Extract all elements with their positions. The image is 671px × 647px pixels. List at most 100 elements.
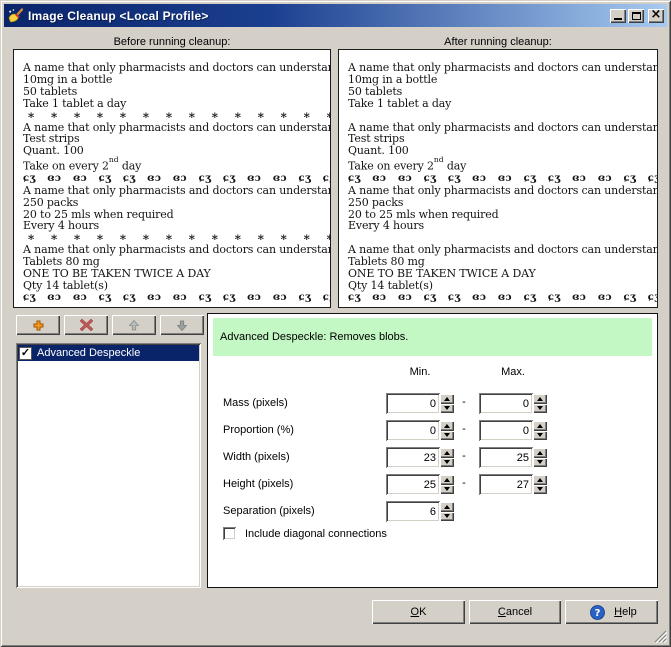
doc-line: ɕʒ ɞɔ ɞɔ ɕʒ ɕʒ ɞɔ ɞɔ ɕʒ ɕʒ ɞɔ ɞɔ ɕʒ ɕʒ ɞ…	[348, 292, 652, 304]
move-up-button[interactable]	[112, 315, 156, 335]
spin-down-icon	[444, 460, 450, 464]
doc-line: Quant. 100	[23, 145, 325, 157]
separation-min-input[interactable]	[386, 501, 440, 522]
width-row: Width (pixels) -	[208, 447, 657, 468]
list-item-label: Advanced Despeckle	[37, 347, 140, 359]
arrow-up-icon	[129, 320, 139, 331]
spin-down-icon	[537, 460, 543, 464]
mass-max-spinner	[479, 393, 547, 414]
mass-max-input[interactable]	[479, 393, 533, 414]
doc-line: ɕʒ ɞɔ ɞɔ ɕʒ ɕʒ ɞɔ ɞɔ ɕʒ ɕʒ ɞɔ ɞɔ ɕʒ ɕʒ ɞ…	[23, 292, 325, 304]
doc-line: A name that only pharmacists and doctors…	[348, 185, 652, 197]
width-min-spin-buttons	[440, 448, 454, 467]
arrow-down-icon	[177, 320, 187, 331]
height-label: Height (pixels)	[223, 478, 293, 490]
doc-line: Take on every 2nd day	[23, 157, 325, 173]
maximize-button[interactable]	[628, 9, 644, 23]
spin-down-icon	[537, 406, 543, 410]
width-max-down-button[interactable]	[533, 458, 547, 468]
delete-button[interactable]	[64, 315, 108, 335]
height-max-up-button[interactable]	[533, 475, 547, 485]
before-preview-pane: A name that only pharmacists and doctors…	[13, 49, 331, 308]
proportion-min-input[interactable]	[386, 420, 440, 441]
width-max-spin-buttons	[533, 448, 547, 467]
doc-line: 50 tablets	[348, 86, 652, 98]
spin-up-icon	[444, 424, 450, 428]
height-max-input[interactable]	[479, 474, 533, 495]
doc-line: A name that only pharmacists and doctors…	[23, 185, 325, 197]
doc-line: ɕʒ ɞɔ ɞɔ ɕʒ ɕʒ ɞɔ ɞɔ ɕʒ ɕʒ ɞɔ ɞɔ ɕʒ ɕʒ ɞ…	[23, 173, 325, 185]
before-label: Before running cleanup:	[13, 36, 331, 48]
spin-up-icon	[444, 451, 450, 455]
add-button[interactable]	[16, 315, 60, 335]
ok-button[interactable]: OK	[372, 600, 465, 624]
mass-min-spin-buttons	[440, 394, 454, 413]
range-separator: -	[456, 396, 472, 408]
width-min-input[interactable]	[386, 447, 440, 468]
spin-down-icon	[537, 487, 543, 491]
separation-min-down-button[interactable]	[440, 512, 454, 522]
height-min-input[interactable]	[386, 474, 440, 495]
height-row: Height (pixels)-	[208, 474, 657, 495]
height-min-spinner	[386, 474, 454, 495]
list-item[interactable]: ✓ Advanced Despeckle	[18, 345, 199, 361]
after-preview-pane: A name that only pharmacists and doctors…	[338, 49, 658, 308]
proportion-min-up-button[interactable]	[440, 421, 454, 431]
mass-min-up-button[interactable]	[440, 394, 454, 404]
cancel-button[interactable]: Cancel	[469, 600, 561, 624]
width-max-input[interactable]	[479, 447, 533, 468]
mass-max-spin-buttons	[533, 394, 547, 413]
spin-down-icon	[444, 514, 450, 518]
help-icon: ?	[590, 605, 605, 620]
height-max-down-button[interactable]	[533, 485, 547, 495]
separation-min-up-button[interactable]	[440, 502, 454, 512]
window-controls: ×	[610, 9, 664, 23]
doc-line	[348, 110, 652, 122]
separation-min-spin-buttons	[440, 502, 454, 521]
proportion-max-input[interactable]	[479, 420, 533, 441]
mass-max-up-button[interactable]	[533, 394, 547, 404]
resize-grip[interactable]	[654, 630, 667, 643]
proportion-max-up-button[interactable]	[533, 421, 547, 431]
height-max-spin-buttons	[533, 475, 547, 494]
height-max-spinner	[479, 474, 547, 495]
mass-min-input[interactable]	[386, 393, 440, 414]
doc-line: Qty 14 tablet(s)	[348, 280, 652, 292]
include-diagonal-checkbox[interactable]	[223, 527, 236, 540]
width-min-down-button[interactable]	[440, 458, 454, 468]
width-max-up-button[interactable]	[533, 448, 547, 458]
separation-min-spinner	[386, 501, 454, 522]
description-banner: Advanced Despeckle: Removes blobs.	[213, 318, 652, 356]
filter-checkbox[interactable]: ✓	[19, 347, 32, 360]
title-bar[interactable]: Image Cleanup <Local Profile> ×	[4, 4, 667, 27]
doc-line: Qty 14 tablet(s)	[23, 280, 325, 292]
help-button[interactable]: ? Help	[565, 600, 658, 624]
filter-listbox: ✓ Advanced Despeckle	[16, 343, 201, 588]
height-min-down-button[interactable]	[440, 485, 454, 495]
image-cleanup-dialog: Image Cleanup <Local Profile> × Before r…	[0, 0, 671, 647]
spin-up-icon	[537, 424, 543, 428]
width-label: Width (pixels)	[223, 451, 290, 463]
mass-max-down-button[interactable]	[533, 404, 547, 414]
range-separator: -	[456, 450, 472, 462]
height-min-up-button[interactable]	[440, 475, 454, 485]
mass-min-down-button[interactable]	[440, 404, 454, 414]
proportion-max-down-button[interactable]	[533, 431, 547, 441]
spin-up-icon	[444, 397, 450, 401]
doc-line: Take 1 tablet a day	[348, 98, 652, 110]
proportion-row: Proportion (%)-	[208, 420, 657, 441]
proportion-min-down-button[interactable]	[440, 431, 454, 441]
doc-line: ɕʒ ɞɔ ɞɔ ɕʒ ɕʒ ɞɔ ɞɔ ɕʒ ɕʒ ɞɔ ɞɔ ɕʒ ɕʒ ɞ…	[348, 173, 652, 185]
doc-line: 250 packs	[348, 197, 652, 209]
minimize-button[interactable]	[610, 9, 626, 23]
minimize-icon	[614, 18, 622, 20]
move-down-button[interactable]	[160, 315, 204, 335]
svg-text:?: ?	[595, 608, 601, 619]
proportion-max-spinner	[479, 420, 547, 441]
doc-line: 250 packs	[23, 197, 325, 209]
proportion-max-spin-buttons	[533, 421, 547, 440]
close-button[interactable]: ×	[648, 9, 664, 23]
spin-up-icon	[537, 478, 543, 482]
proportion-label: Proportion (%)	[223, 424, 294, 436]
width-min-up-button[interactable]	[440, 448, 454, 458]
